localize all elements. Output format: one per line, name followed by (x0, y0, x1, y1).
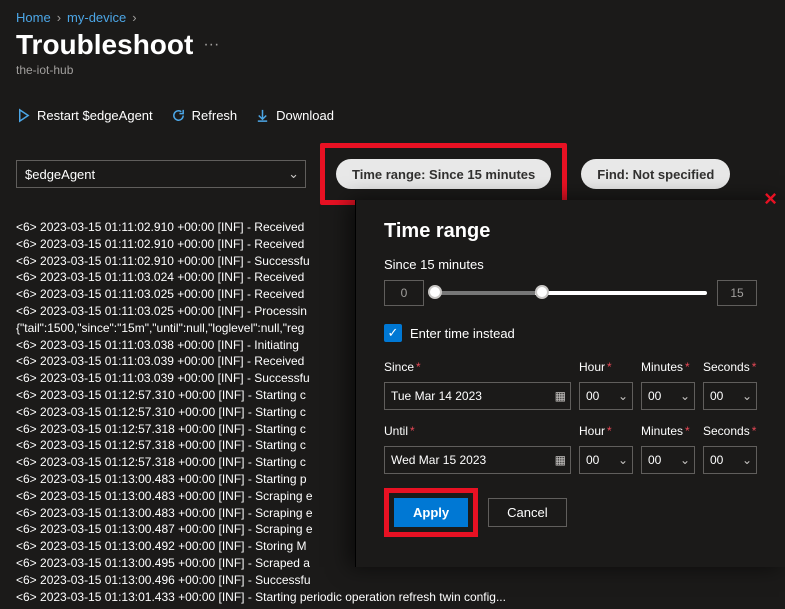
enter-time-checkbox[interactable]: ✓ (384, 324, 402, 342)
chevron-down-icon: ⌄ (680, 389, 690, 403)
since-sec-select[interactable]: 00⌄ (703, 382, 757, 410)
restart-button[interactable]: Restart $edgeAgent (16, 108, 153, 123)
slider-track[interactable] (434, 291, 707, 295)
log-line: <6> 2023-03-15 01:13:01.433 +00:00 [INF]… (16, 589, 769, 606)
since-sec-label: Seconds* (703, 360, 757, 374)
chevron-right-icon: › (132, 10, 136, 25)
until-hour-label: Hour* (579, 424, 633, 438)
chevron-down-icon: ⌄ (618, 389, 628, 403)
since-minutes-label: Since 15 minutes (384, 257, 757, 272)
since-hour-label: Hour* (579, 360, 633, 374)
time-range-highlight: Time range: Since 15 minutes (320, 143, 567, 205)
since-min-select[interactable]: 00⌄ (641, 382, 695, 410)
slider-thumb[interactable] (428, 285, 442, 299)
until-date-value: Wed Mar 15 2023 (391, 453, 486, 467)
chevron-down-icon: ⌄ (742, 389, 752, 403)
download-icon (255, 108, 270, 123)
time-range-pill[interactable]: Time range: Since 15 minutes (336, 159, 551, 189)
play-icon (16, 108, 31, 123)
time-range-pill-label: Time range: Since 15 minutes (352, 167, 535, 182)
refresh-icon (171, 108, 186, 123)
since-hour-select[interactable]: 00⌄ (579, 382, 633, 410)
page-title: Troubleshoot (16, 29, 193, 61)
download-label: Download (276, 108, 334, 123)
until-date-picker[interactable]: Wed Mar 15 2023 ▦ (384, 446, 571, 474)
refresh-label: Refresh (192, 108, 238, 123)
since-min-label: Minutes* (641, 360, 695, 374)
module-select[interactable]: $edgeAgent ⌄ (16, 160, 306, 188)
module-select-value: $edgeAgent (25, 167, 95, 182)
until-min-label: Minutes* (641, 424, 695, 438)
chevron-down-icon: ⌄ (680, 453, 690, 467)
enter-time-label: Enter time instead (410, 326, 515, 341)
breadcrumb-home[interactable]: Home (16, 10, 51, 25)
apply-button[interactable]: Apply (394, 498, 468, 527)
download-button[interactable]: Download (255, 108, 334, 123)
until-sec-select[interactable]: 00⌄ (703, 446, 757, 474)
until-sec-label: Seconds* (703, 424, 757, 438)
find-pill[interactable]: Find: Not specified (581, 159, 730, 189)
time-range-panel: × Time range Since 15 minutes 0 15 ✓ Ent… (355, 200, 785, 567)
until-min-select[interactable]: 00⌄ (641, 446, 695, 474)
until-hour-select[interactable]: 00⌄ (579, 446, 633, 474)
panel-title: Time range (384, 220, 757, 243)
slider-min-value: 0 (384, 280, 424, 306)
time-slider[interactable]: 0 15 (384, 280, 757, 306)
cancel-button[interactable]: Cancel (488, 498, 566, 527)
apply-highlight: Apply (384, 488, 478, 537)
page-subtitle: the-iot-hub (0, 61, 785, 89)
since-label: Since* (384, 360, 571, 374)
refresh-button[interactable]: Refresh (171, 108, 238, 123)
more-actions-button[interactable]: ··· (203, 36, 219, 54)
log-line: <6> 2023-03-15 01:13:00.496 +00:00 [INF]… (16, 572, 769, 589)
chevron-down-icon: ⌄ (288, 166, 299, 182)
calendar-icon: ▦ (555, 453, 566, 467)
chevron-right-icon: › (57, 10, 61, 25)
calendar-icon: ▦ (555, 389, 566, 403)
until-label: Until* (384, 424, 571, 438)
slider-thumb[interactable] (535, 285, 549, 299)
since-date-picker[interactable]: Tue Mar 14 2023 ▦ (384, 382, 571, 410)
find-pill-label: Find: Not specified (597, 167, 714, 182)
chevron-down-icon: ⌄ (742, 453, 752, 467)
chevron-down-icon: ⌄ (618, 453, 628, 467)
close-icon[interactable]: × (764, 186, 777, 212)
breadcrumb: Home › my-device › (0, 0, 785, 25)
breadcrumb-device[interactable]: my-device (67, 10, 126, 25)
restart-label: Restart $edgeAgent (37, 108, 153, 123)
slider-max-value: 15 (717, 280, 757, 306)
toolbar: Restart $edgeAgent Refresh Download (0, 89, 785, 137)
since-date-value: Tue Mar 14 2023 (391, 389, 482, 403)
